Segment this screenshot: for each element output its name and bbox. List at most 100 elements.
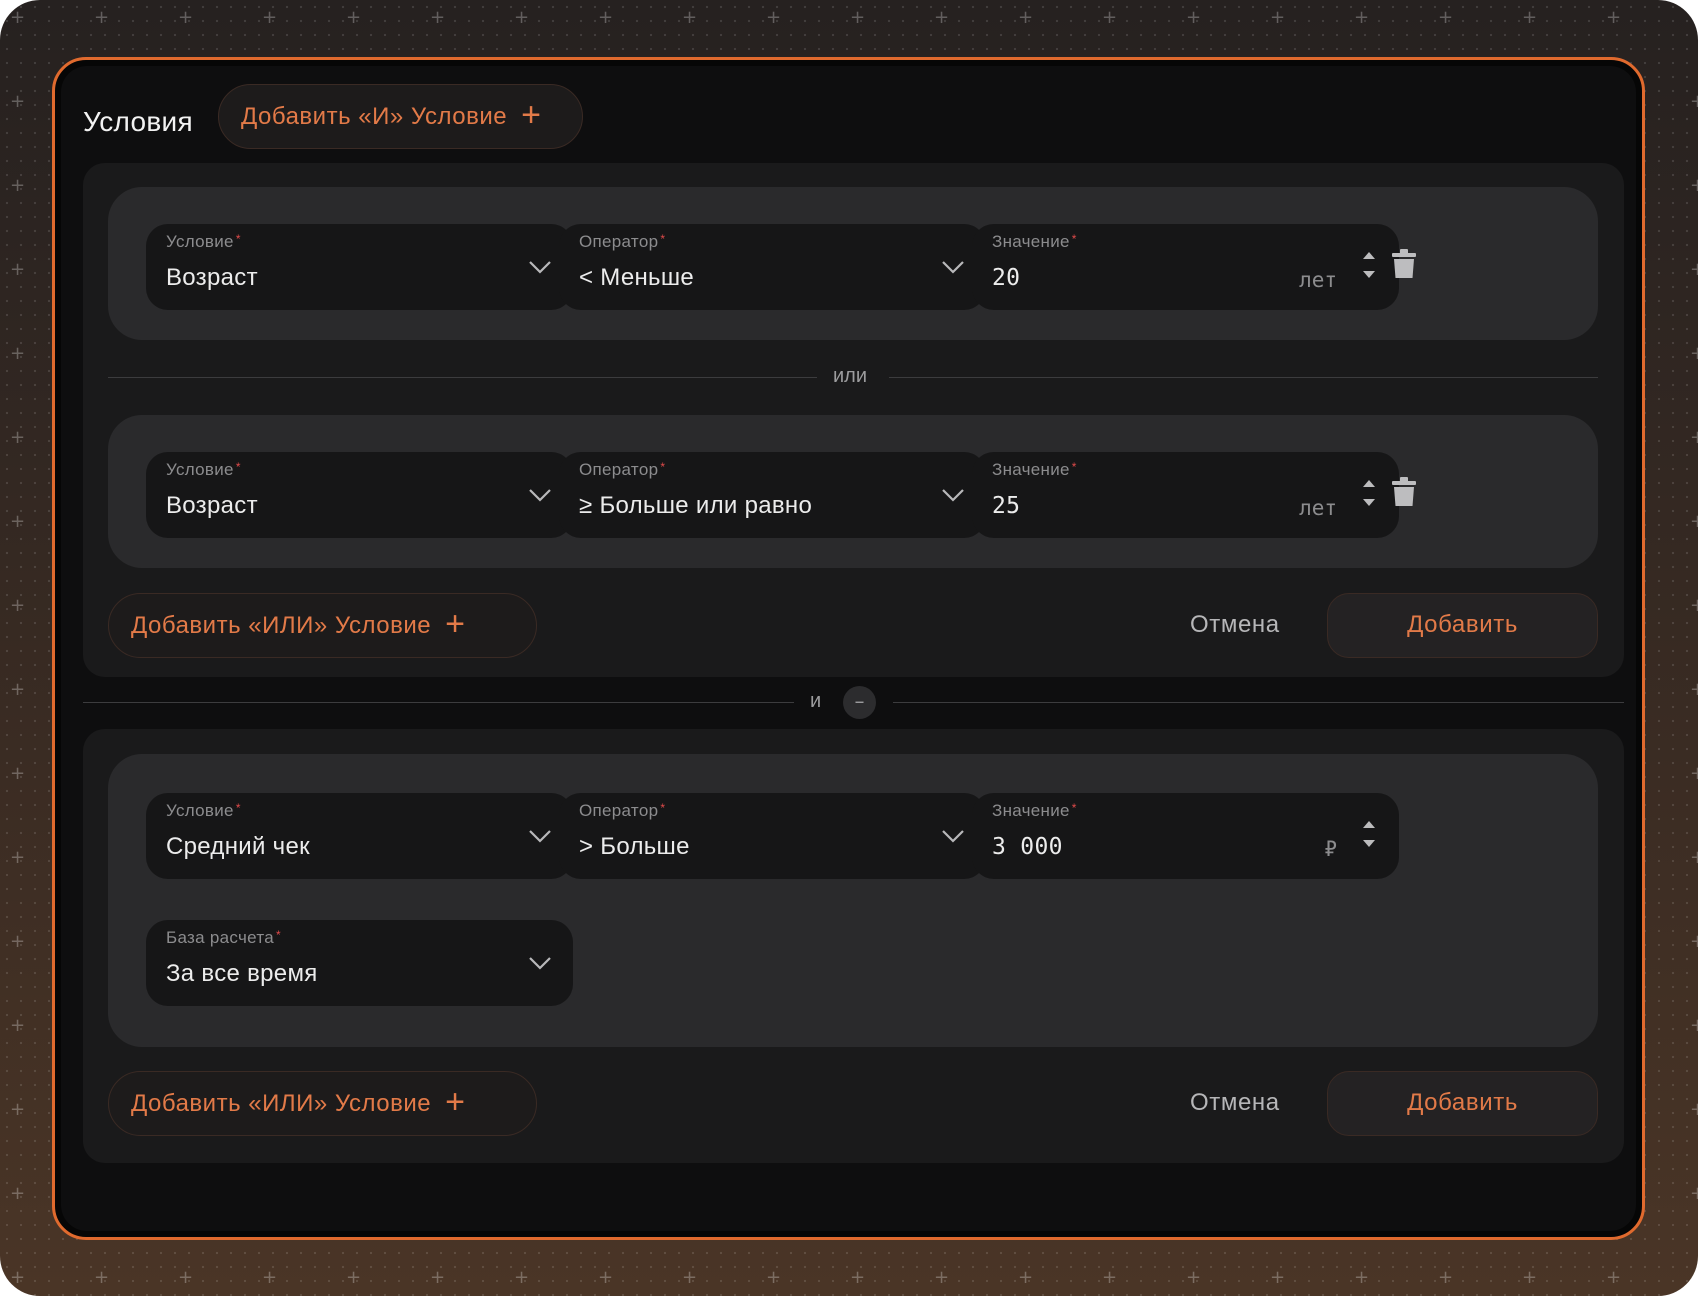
background-plus: +	[598, 7, 614, 28]
operator-select[interactable]: Оператор * > Больше	[559, 793, 986, 879]
calculation-base-select[interactable]: База расчета * За все время	[146, 920, 573, 1006]
required-mark: *	[1071, 232, 1077, 246]
value-label-text: Значение	[992, 232, 1070, 251]
condition-select[interactable]: Условие * Средний чек	[146, 793, 573, 879]
condition-group-2: Условие * Средний чек Оператор * > Больше …	[83, 729, 1624, 1163]
add-and-condition-label: Добавить «И» Условие	[241, 102, 508, 130]
background-plus: +	[766, 1267, 782, 1288]
value-unit: лет	[1299, 496, 1337, 520]
operator-label-text: Оператор	[579, 801, 659, 820]
and-separator: и	[810, 690, 822, 712]
operator-select[interactable]: Оператор * < Меньше	[559, 224, 986, 310]
background-plus: +	[1018, 7, 1034, 28]
value-input[interactable]: Значение * 20 лет	[972, 224, 1399, 310]
background-plus: +	[682, 7, 698, 28]
chevron-down-icon	[529, 830, 551, 843]
background-plus: +	[10, 931, 26, 952]
value-number: 3 000	[992, 834, 1063, 860]
chevron-down-icon	[942, 830, 964, 843]
value-input[interactable]: Значение * 3 000 ₽	[972, 793, 1399, 879]
condition-group-1: Условие * Возраст Оператор * < Меньше Знач…	[83, 163, 1624, 677]
value-unit: лет	[1299, 268, 1337, 292]
required-mark: *	[660, 801, 666, 815]
spinner-icon[interactable]	[1361, 817, 1377, 853]
background-plus: +	[94, 1267, 110, 1288]
required-mark: *	[660, 232, 666, 246]
background-plus: +	[10, 1015, 26, 1036]
operator-label-text: Оператор	[579, 460, 659, 479]
background-plus: +	[10, 91, 26, 112]
condition-label-text: Условие	[166, 232, 234, 251]
background-plus: +	[1690, 175, 1698, 196]
background-plus: +	[346, 7, 362, 28]
background-plus: +	[178, 7, 194, 28]
operator-label: Оператор *	[579, 460, 665, 480]
background-plus: +	[178, 1267, 194, 1288]
background-plus: +	[10, 259, 26, 280]
background-plus: +	[1690, 1015, 1698, 1036]
add-and-condition-button[interactable]: Добавить «И» Условие +	[218, 84, 583, 149]
calculation-base-value: За все время	[166, 960, 318, 987]
chevron-down-icon	[529, 261, 551, 274]
condition-value: Средний чек	[166, 833, 310, 860]
background-plus: +	[10, 343, 26, 364]
background-plus: +	[1690, 511, 1698, 532]
operator-label: Оператор *	[579, 801, 665, 821]
background: + + + + + + + + + + + + + + + + + + + + + + + + + + + + + + + + + + + + + + + +…	[0, 0, 1698, 1296]
value-label-text: Значение	[992, 801, 1070, 820]
add-button[interactable]: Добавить	[1327, 1071, 1598, 1136]
add-or-condition-label: Добавить «ИЛИ» Условие	[131, 611, 432, 639]
background-plus: +	[1522, 1267, 1538, 1288]
or-divider-right	[889, 377, 1598, 378]
background-plus: +	[10, 1267, 26, 1288]
background-plus: +	[1690, 1267, 1698, 1288]
and-divider-left	[83, 702, 794, 703]
background-plus: +	[1690, 7, 1698, 28]
chevron-down-icon	[942, 489, 964, 502]
background-plus: +	[1270, 1267, 1286, 1288]
remove-group-button[interactable]: –	[843, 686, 876, 719]
calculation-base-label-text: База расчета	[166, 928, 275, 947]
operator-value: ≥ Больше или равно	[579, 492, 813, 519]
value-label: Значение *	[992, 460, 1077, 480]
background-plus: +	[934, 7, 950, 28]
background-plus: +	[1690, 931, 1698, 952]
value-number: 20	[992, 265, 1021, 291]
background-plus: +	[1522, 7, 1538, 28]
add-button[interactable]: Добавить	[1327, 593, 1598, 658]
add-or-condition-button[interactable]: Добавить «ИЛИ» Условие +	[108, 1071, 537, 1136]
background-plus: +	[850, 1267, 866, 1288]
value-input[interactable]: Значение * 25 лет	[972, 452, 1399, 538]
background-plus: +	[1690, 259, 1698, 280]
required-mark: *	[235, 460, 241, 474]
background-plus: +	[10, 1099, 26, 1120]
background-plus: +	[850, 7, 866, 28]
background-plus: +	[1354, 1267, 1370, 1288]
condition-label: Условие *	[166, 801, 241, 821]
condition-label-text: Условие	[166, 801, 234, 820]
required-mark: *	[660, 460, 666, 474]
spinner-icon[interactable]	[1361, 476, 1377, 512]
background-plus: +	[262, 7, 278, 28]
trash-icon[interactable]	[1392, 477, 1416, 507]
background-plus: +	[10, 511, 26, 532]
cancel-button[interactable]: Отмена	[1190, 1089, 1280, 1117]
add-or-condition-button[interactable]: Добавить «ИЛИ» Условие +	[108, 593, 537, 658]
operator-select[interactable]: Оператор * ≥ Больше или равно	[559, 452, 986, 538]
plus-icon: +	[521, 96, 542, 134]
background-plus: +	[1438, 1267, 1454, 1288]
condition-select[interactable]: Условие * Возраст	[146, 452, 573, 538]
background-plus: +	[10, 847, 26, 868]
background-plus: +	[1606, 1267, 1622, 1288]
background-plus: +	[430, 7, 446, 28]
spinner-icon[interactable]	[1361, 248, 1377, 284]
background-plus: +	[262, 1267, 278, 1288]
background-plus: +	[1690, 1183, 1698, 1204]
background-plus: +	[1690, 679, 1698, 700]
trash-icon[interactable]	[1392, 249, 1416, 279]
cancel-button[interactable]: Отмена	[1190, 611, 1280, 639]
condition-label: Условие *	[166, 232, 241, 252]
value-label: Значение *	[992, 801, 1077, 821]
background-plus: +	[10, 679, 26, 700]
condition-select[interactable]: Условие * Возраст	[146, 224, 573, 310]
